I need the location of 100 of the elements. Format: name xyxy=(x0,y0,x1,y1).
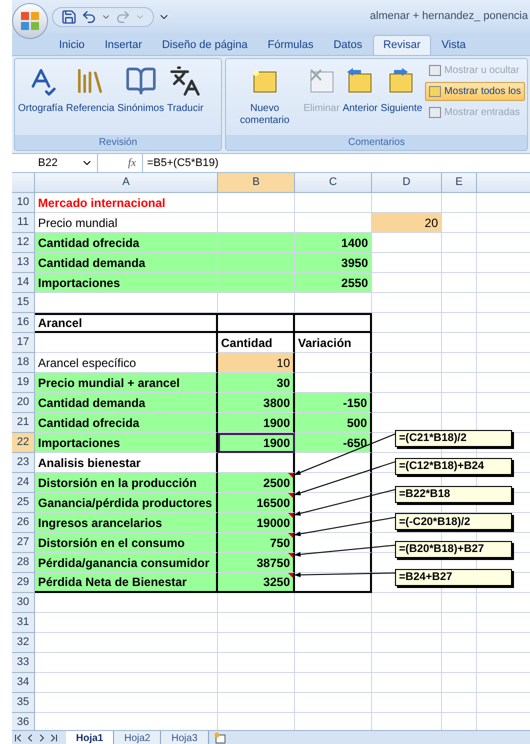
table-cell xyxy=(372,393,442,413)
table-cell: Ganancia/pérdida productores xyxy=(35,493,218,513)
ribbon-tab[interactable]: Diseño de página xyxy=(152,35,257,55)
row-header[interactable]: 15 xyxy=(12,293,35,313)
ribbon-button[interactable]: Anterior xyxy=(342,63,379,115)
row-header[interactable]: 14 xyxy=(12,273,35,293)
table-cell xyxy=(442,593,477,613)
row-header[interactable]: 29 xyxy=(12,573,35,593)
row-header[interactable]: 34 xyxy=(12,673,35,693)
office-logo-icon xyxy=(20,11,40,31)
ribbon-tab[interactable]: Inicio xyxy=(50,35,94,55)
table-cell: Pérdida Neta de Bienestar xyxy=(35,573,218,593)
row-header[interactable]: 12 xyxy=(12,233,35,253)
table-cell xyxy=(442,633,477,653)
table-cell xyxy=(372,353,442,373)
formula-field[interactable]: =B5+(C5*B19) xyxy=(142,154,530,172)
sheet-tab[interactable]: Hoja2 xyxy=(114,731,162,744)
table-cell xyxy=(442,613,477,633)
row-header[interactable]: 27 xyxy=(12,533,35,553)
table-cell xyxy=(372,293,442,313)
name-box[interactable]: B22 xyxy=(12,154,98,172)
row-header[interactable]: 32 xyxy=(12,633,35,653)
table-cell: 20 xyxy=(372,213,442,233)
translate-icon xyxy=(169,65,202,97)
table-cell: Distorsión en la producción xyxy=(35,473,218,493)
first-sheet-icon[interactable] xyxy=(12,732,24,744)
ribbon-button[interactable]: Siguiente xyxy=(380,63,424,115)
office-button[interactable] xyxy=(12,3,48,39)
ribbon-toggle[interactable]: Mostrar todos los xyxy=(425,82,525,101)
row-header[interactable]: 31 xyxy=(12,613,35,633)
column-header[interactable]: C xyxy=(295,173,372,193)
row-header[interactable]: 18 xyxy=(12,353,35,373)
comment-box[interactable]: =(C21*B18)/2 xyxy=(395,430,512,447)
comment-indicator-icon xyxy=(288,473,293,478)
comment-box[interactable]: =(-C20*B18)/2 xyxy=(395,513,512,530)
table-cell: 30 xyxy=(218,373,295,393)
row-header[interactable]: 24 xyxy=(12,473,35,493)
table-cell xyxy=(442,193,477,213)
table-cell: Importaciones xyxy=(35,273,218,293)
row-header[interactable]: 11 xyxy=(12,213,35,233)
new-sheet-icon[interactable] xyxy=(212,732,227,744)
column-header[interactable]: B xyxy=(218,173,295,193)
row-header[interactable]: 20 xyxy=(12,393,35,413)
column-header[interactable]: A xyxy=(35,173,218,193)
ribbon-button[interactable]: Traducir xyxy=(166,63,204,115)
ribbon-tab[interactable]: Vista xyxy=(432,35,475,55)
comment-box[interactable]: =B24+B27 xyxy=(395,569,512,586)
table-cell: Importaciones xyxy=(35,433,218,453)
table-cell xyxy=(442,653,477,673)
table-cell: 750 xyxy=(218,533,295,553)
sheet-tab[interactable]: Hoja1 xyxy=(66,731,114,744)
row-header[interactable]: 10 xyxy=(12,193,35,213)
row-header[interactable]: 22 xyxy=(12,433,35,453)
row-header[interactable]: 19 xyxy=(12,373,35,393)
ribbon-button[interactable]: Referencia xyxy=(65,63,116,115)
table-cell: Variación xyxy=(295,333,372,353)
row-header[interactable]: 28 xyxy=(12,553,35,573)
table-cell xyxy=(372,333,442,353)
ribbon-tab[interactable]: Insertar xyxy=(96,35,151,55)
table-cell xyxy=(442,373,477,393)
row-header[interactable]: 33 xyxy=(12,653,35,673)
table-cell: 500 xyxy=(295,413,372,433)
table-cell xyxy=(372,653,442,673)
table-cell: Cantidad demanda xyxy=(35,393,218,413)
undo-icon[interactable] xyxy=(81,8,97,24)
row-header[interactable]: 36 xyxy=(12,713,35,730)
ribbon-tab[interactable]: Revisar xyxy=(373,35,430,55)
row-header[interactable]: 30 xyxy=(12,593,35,613)
row-header[interactable]: 26 xyxy=(12,513,35,533)
ribbon-button[interactable]: Ortografía xyxy=(17,63,64,115)
column-header[interactable]: D xyxy=(372,173,442,193)
table-cell xyxy=(442,253,477,273)
table-cell: Cantidad ofrecida xyxy=(35,233,218,253)
comment-box[interactable]: =(C12*B18)+B24 xyxy=(395,458,512,475)
ribbon-button[interactable]: Sinónimos xyxy=(116,63,166,115)
last-sheet-icon[interactable] xyxy=(48,732,60,744)
table-cell xyxy=(442,673,477,693)
table-cell: Distorsión en el consumo xyxy=(35,533,218,553)
table-cell: 10 xyxy=(218,353,295,373)
table-cell: 2550 xyxy=(295,273,372,293)
row-header[interactable]: 25 xyxy=(12,493,35,513)
table-cell: 3950 xyxy=(295,253,372,273)
row-header[interactable]: 35 xyxy=(12,693,35,713)
comment-box[interactable]: =(B20*B18)+B27 xyxy=(395,541,512,558)
table-cell: 19000 xyxy=(218,513,295,533)
table-cell xyxy=(372,693,442,713)
ribbon-tab[interactable]: Fórmulas xyxy=(258,35,322,55)
ribbon-tab[interactable]: Datos xyxy=(324,35,372,55)
row-header[interactable]: 16 xyxy=(12,313,35,333)
row-header[interactable]: 17 xyxy=(12,333,35,353)
row-header[interactable]: 13 xyxy=(12,253,35,273)
sheet-tab[interactable]: Hoja3 xyxy=(161,731,209,744)
save-icon[interactable] xyxy=(61,8,77,24)
column-header[interactable]: E xyxy=(442,173,477,193)
ribbon-button[interactable]: Nuevo comentario xyxy=(228,63,302,127)
table-cell xyxy=(372,613,442,633)
function-label[interactable]: fx xyxy=(98,154,142,172)
row-header[interactable]: 23 xyxy=(12,453,35,473)
comment-box[interactable]: =B22*B18 xyxy=(395,486,512,503)
row-header[interactable]: 21 xyxy=(12,413,35,433)
